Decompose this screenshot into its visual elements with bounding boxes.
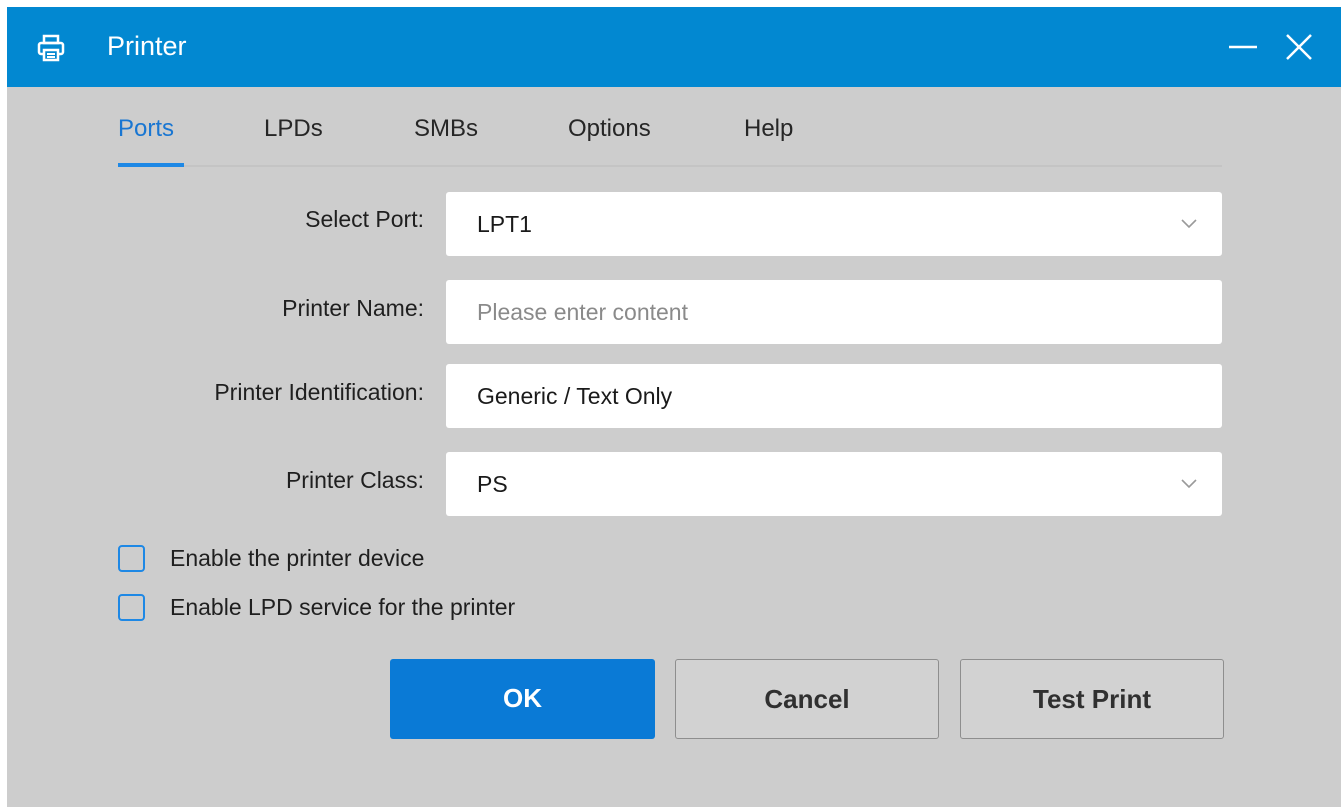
printer-name-field [446, 280, 1222, 344]
printer-name-label: Printer Name: [282, 295, 424, 321]
close-button[interactable] [1279, 27, 1319, 67]
printer-identification-field[interactable]: Generic / Text Only [446, 364, 1222, 428]
enable-printer-device-label: Enable the printer device [170, 545, 425, 571]
chevron-down-icon [1181, 479, 1197, 489]
tab-ports[interactable]: Ports [118, 114, 174, 144]
chevron-down-icon [1181, 219, 1197, 229]
printer-dialog: Printer Ports LPDs SMBs Options Help Sel… [7, 7, 1341, 807]
tab-lpds[interactable]: LPDs [264, 114, 323, 144]
tab-bar: Ports LPDs SMBs Options Help [118, 87, 1222, 167]
test-print-button[interactable]: Test Print [960, 659, 1224, 739]
minimize-icon [1229, 45, 1257, 49]
cancel-button[interactable]: Cancel [675, 659, 939, 739]
printer-name-input[interactable] [446, 280, 1222, 344]
enable-lpd-service-label: Enable LPD service for the printer [170, 594, 516, 620]
enable-lpd-service-checkbox[interactable] [118, 594, 145, 621]
select-port-label: Select Port: [305, 206, 424, 232]
close-icon [1286, 34, 1312, 60]
select-port-value: LPT1 [477, 211, 532, 237]
tab-options[interactable]: Options [568, 114, 651, 144]
printer-class-dropdown[interactable]: PS [446, 452, 1222, 516]
printer-class-value: PS [477, 471, 508, 497]
active-tab-indicator [118, 163, 184, 167]
window-title: Printer [107, 31, 187, 61]
tab-smbs[interactable]: SMBs [414, 114, 478, 144]
tab-help[interactable]: Help [744, 114, 793, 144]
ok-button[interactable]: OK [390, 659, 655, 739]
select-port-dropdown[interactable]: LPT1 [446, 192, 1222, 256]
printer-class-label: Printer Class: [285, 467, 424, 493]
printer-identification-value: Generic / Text Only [477, 383, 673, 409]
printer-icon [36, 33, 66, 63]
title-bar: Printer [7, 7, 1341, 87]
minimize-button[interactable] [1223, 27, 1263, 67]
printer-identification-label: Printer Identification: [214, 379, 424, 405]
enable-printer-device-checkbox[interactable] [118, 545, 145, 572]
